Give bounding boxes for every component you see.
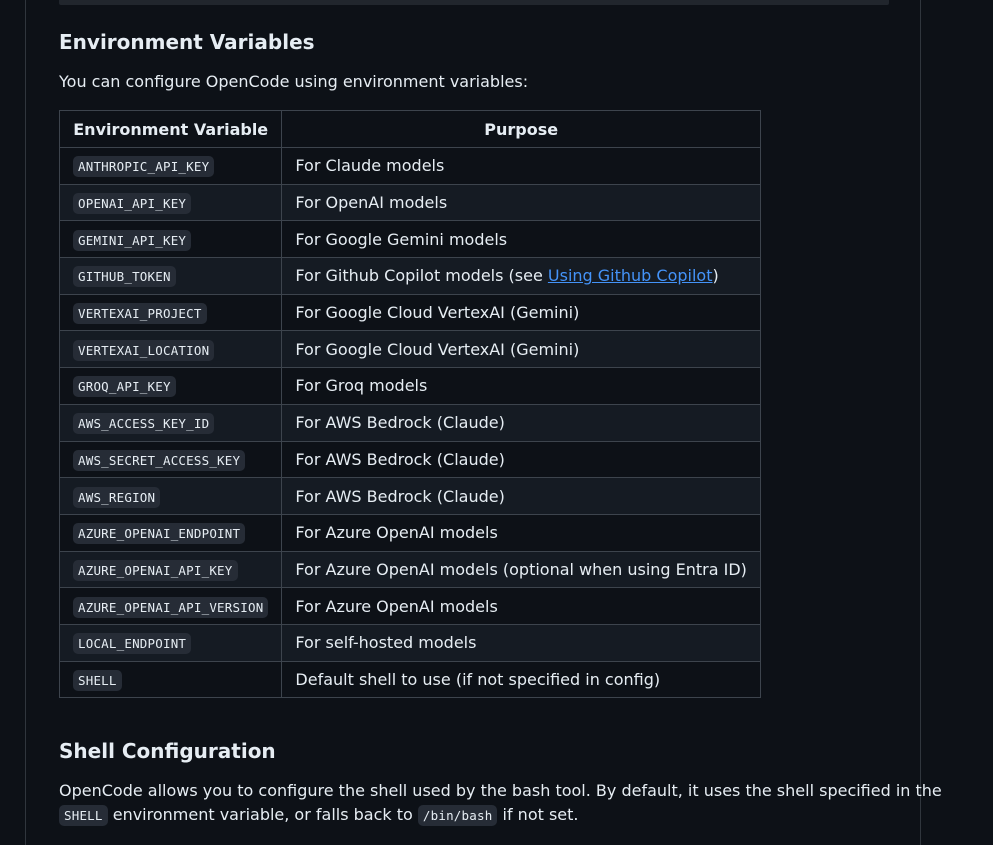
variable-cell: SHELL — [58, 660, 283, 699]
purpose-text: For Github Copilot models (see — [295, 266, 548, 286]
variable-cell: VERTEXAI_PROJECT — [58, 293, 283, 332]
table-row: ANTHROPIC_API_KEY For Claude models — [58, 147, 761, 185]
purpose-cell: For Google Cloud VertexAI (Gemini) — [281, 330, 761, 369]
purpose-cell: For Azure OpenAI models (optional when u… — [281, 550, 761, 589]
purpose-cell: For Azure OpenAI models — [281, 587, 761, 625]
shell-env-code: SHELL — [59, 805, 108, 826]
variable-cell: OPENAI_API_KEY — [58, 183, 283, 222]
variable-code: AWS_REGION — [73, 486, 161, 508]
page-frame-right-border — [920, 0, 921, 845]
variable-code: VERTEXAI_LOCATION — [73, 339, 215, 361]
table-row: GROQ_API_KEY For Groq models — [58, 367, 761, 405]
variable-code: GITHUB_TOKEN — [73, 266, 176, 288]
purpose-cell: For AWS Bedrock (Claude) — [281, 477, 761, 515]
env-variables-intro: You can configure OpenCode using environ… — [59, 72, 529, 91]
variable-code: AWS_SECRET_ACCESS_KEY — [73, 449, 246, 471]
table-header-row: Environment Variable Purpose — [58, 110, 761, 148]
variable-cell: AWS_SECRET_ACCESS_KEY — [58, 440, 283, 479]
header-purpose: Purpose — [281, 110, 761, 148]
variable-cell: GROQ_API_KEY — [58, 367, 283, 405]
table-row: AWS_ACCESS_KEY_ID For AWS Bedrock (Claud… — [58, 403, 761, 442]
variable-cell: VERTEXAI_LOCATION — [58, 330, 283, 369]
variable-code: AWS_ACCESS_KEY_ID — [73, 413, 215, 435]
table-row: GEMINI_API_KEY For Google Gemini models — [58, 220, 761, 259]
table-row: VERTEXAI_PROJECT For Google Cloud Vertex… — [58, 293, 761, 332]
table-row: AWS_REGION For AWS Bedrock (Claude) — [58, 477, 761, 515]
shell-description-end: if not set. — [497, 805, 579, 824]
purpose-cell: For Github Copilot models (see Using Git… — [281, 257, 761, 295]
purpose-cell: For Claude models — [281, 147, 761, 185]
variable-code: VERTEXAI_PROJECT — [73, 303, 207, 325]
variable-code: GEMINI_API_KEY — [73, 229, 192, 251]
page-frame-left-border — [25, 0, 26, 845]
purpose-cell: For self-hosted models — [281, 623, 761, 662]
variable-cell: AZURE_OPENAI_API_VERSION — [58, 587, 283, 625]
table-row: AZURE_OPENAI_ENDPOINT For Azure OpenAI m… — [58, 513, 761, 552]
variable-code: ANTHROPIC_API_KEY — [73, 156, 215, 178]
shell-description-line-1: OpenCode allows you to configure the she… — [59, 781, 942, 800]
purpose-cell: Default shell to use (if not specified i… — [281, 660, 761, 699]
using-github-copilot-link[interactable]: Using Github Copilot — [548, 266, 713, 285]
table-row: OPENAI_API_KEY For OpenAI models — [58, 183, 761, 222]
purpose-cell: For Google Cloud VertexAI (Gemini) — [281, 293, 761, 332]
purpose-cell: For Azure OpenAI models — [281, 513, 761, 552]
header-environment-variable: Environment Variable — [58, 110, 283, 148]
variable-cell: AWS_ACCESS_KEY_ID — [58, 403, 283, 442]
purpose-cell: For AWS Bedrock (Claude) — [281, 403, 761, 442]
variable-code: OPENAI_API_KEY — [73, 193, 192, 215]
variable-cell: AZURE_OPENAI_API_KEY — [58, 550, 283, 589]
shell-description-line-2: SHELL environment variable, or falls bac… — [59, 803, 579, 828]
table-row: AZURE_OPENAI_API_KEY For Azure OpenAI mo… — [58, 550, 761, 589]
table-row: AZURE_OPENAI_API_VERSION For Azure OpenA… — [58, 587, 761, 625]
purpose-cell: For AWS Bedrock (Claude) — [281, 440, 761, 479]
variable-code: GROQ_API_KEY — [73, 376, 176, 398]
variable-cell: LOCAL_ENDPOINT — [58, 623, 283, 662]
variable-cell: GEMINI_API_KEY — [58, 220, 283, 259]
variable-code: LOCAL_ENDPOINT — [73, 633, 192, 655]
variable-code: AZURE_OPENAI_ENDPOINT — [73, 523, 246, 545]
variable-code: SHELL — [73, 669, 122, 691]
table-row: VERTEXAI_LOCATION For Google Cloud Verte… — [58, 330, 761, 369]
variable-cell: AWS_REGION — [58, 477, 283, 515]
purpose-text-suffix: ) — [712, 266, 719, 286]
section-divider — [59, 0, 889, 5]
purpose-cell: For Google Gemini models — [281, 220, 761, 259]
env-variables-table: Environment Variable Purpose ANTHROPIC_A… — [58, 110, 761, 699]
variable-cell: GITHUB_TOKEN — [58, 257, 283, 295]
table-row: GITHUB_TOKEN For Github Copilot models (… — [58, 257, 761, 295]
shell-description-mid: environment variable, or falls back to — [107, 805, 418, 824]
shell-configuration-heading: Shell Configuration — [59, 739, 276, 763]
table-row: SHELL Default shell to use (if not speci… — [58, 660, 761, 699]
table-row: LOCAL_ENDPOINT For self-hosted models — [58, 623, 761, 662]
bin-bash-code: /bin/bash — [417, 805, 498, 826]
purpose-cell: For OpenAI models — [281, 183, 761, 222]
table-row: AWS_SECRET_ACCESS_KEY For AWS Bedrock (C… — [58, 440, 761, 479]
purpose-cell: For Groq models — [281, 367, 761, 405]
env-variables-heading: Environment Variables — [59, 30, 315, 54]
variable-cell: AZURE_OPENAI_ENDPOINT — [58, 513, 283, 552]
variable-code: AZURE_OPENAI_API_KEY — [73, 559, 238, 581]
variable-cell: ANTHROPIC_API_KEY — [58, 147, 283, 185]
variable-code: AZURE_OPENAI_API_VERSION — [73, 596, 269, 618]
